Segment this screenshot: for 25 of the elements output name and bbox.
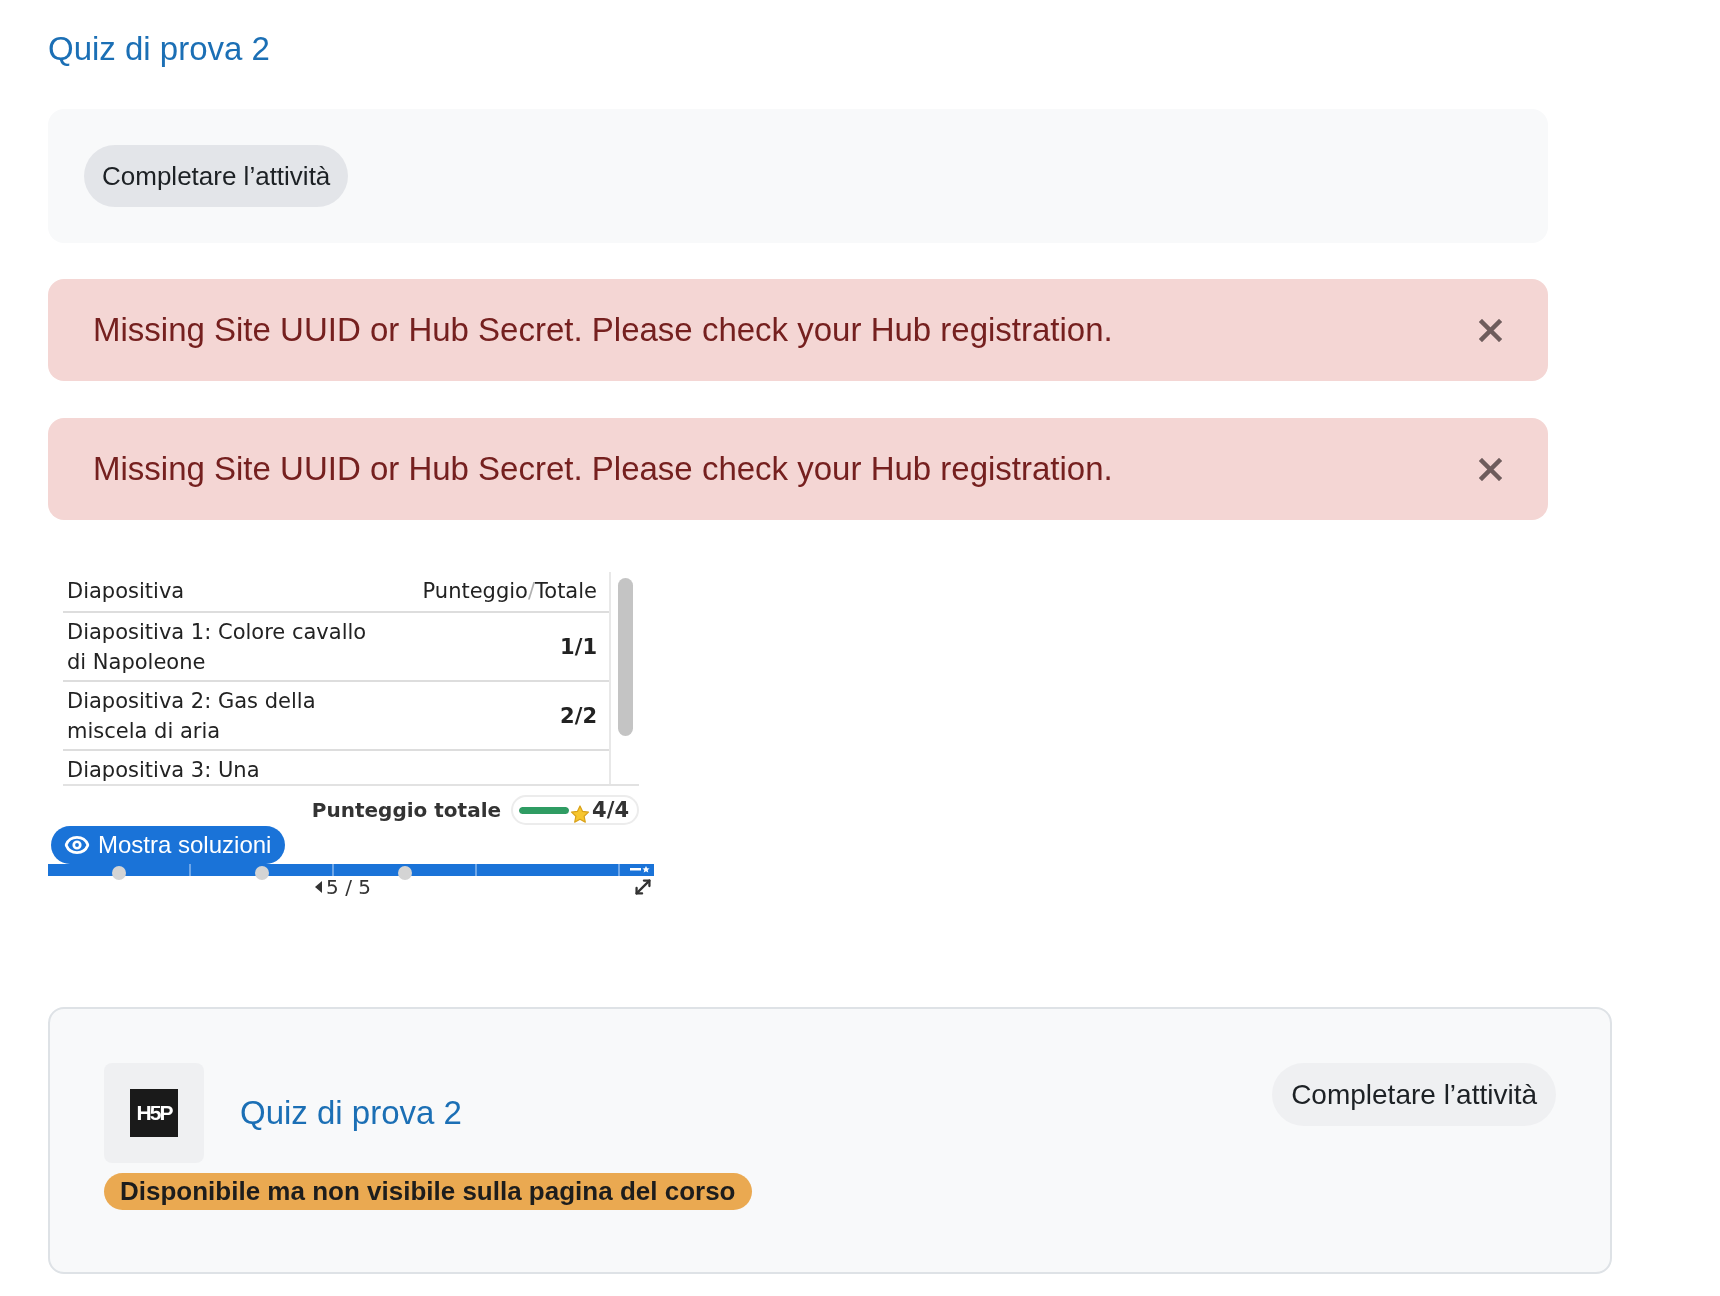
page-title-link[interactable]: Quiz di prova 2	[48, 28, 270, 70]
score-cell-text: 1/1	[560, 634, 597, 661]
show-solutions-button[interactable]: Mostra soluzioni	[51, 826, 286, 864]
fullscreen-icon[interactable]	[632, 876, 654, 898]
slide-counter: 5 / 5	[326, 876, 371, 898]
activity-logo: H5P	[130, 1089, 178, 1137]
total-score-value: 4/4	[592, 797, 629, 823]
summary-star-icon[interactable]	[630, 866, 650, 873]
close-icon	[1479, 318, 1502, 342]
column-header: Punteggio/Totale	[422, 578, 597, 605]
complete-activity-button[interactable]: Completare l’attività	[1272, 1063, 1556, 1126]
slide-title-cell-text: Diapositiva 1: Colore cavallo di Napoleone	[67, 619, 368, 676]
score-cell-text: 2/2	[560, 703, 597, 730]
visibility-badge: Disponibile ma non visibile sulla pagina del corso	[104, 1173, 753, 1210]
star-icon	[570, 804, 591, 824]
alert-message: Missing Site UUID or Hub Secret. Please check your Hub registration.	[93, 449, 1113, 489]
previous-slide-icon[interactable]	[315, 881, 323, 893]
close-icon	[1479, 457, 1502, 481]
slide-title-cell-text: Diapositiva 2: Gas della miscela di aria	[67, 688, 317, 745]
complete-activity-button[interactable]: Completare l’attività	[84, 145, 349, 207]
activity-title-link[interactable]: Quiz di prova 2	[240, 1092, 462, 1134]
column-header: Diapositiva	[67, 578, 185, 605]
total-score-label: Punteggio totale	[311, 797, 502, 823]
slide-title-cell-text: Diapositiva 3: Una	[67, 757, 261, 784]
alert-message: Missing Site UUID or Hub Secret. Please check your Hub registration.	[93, 310, 1113, 350]
